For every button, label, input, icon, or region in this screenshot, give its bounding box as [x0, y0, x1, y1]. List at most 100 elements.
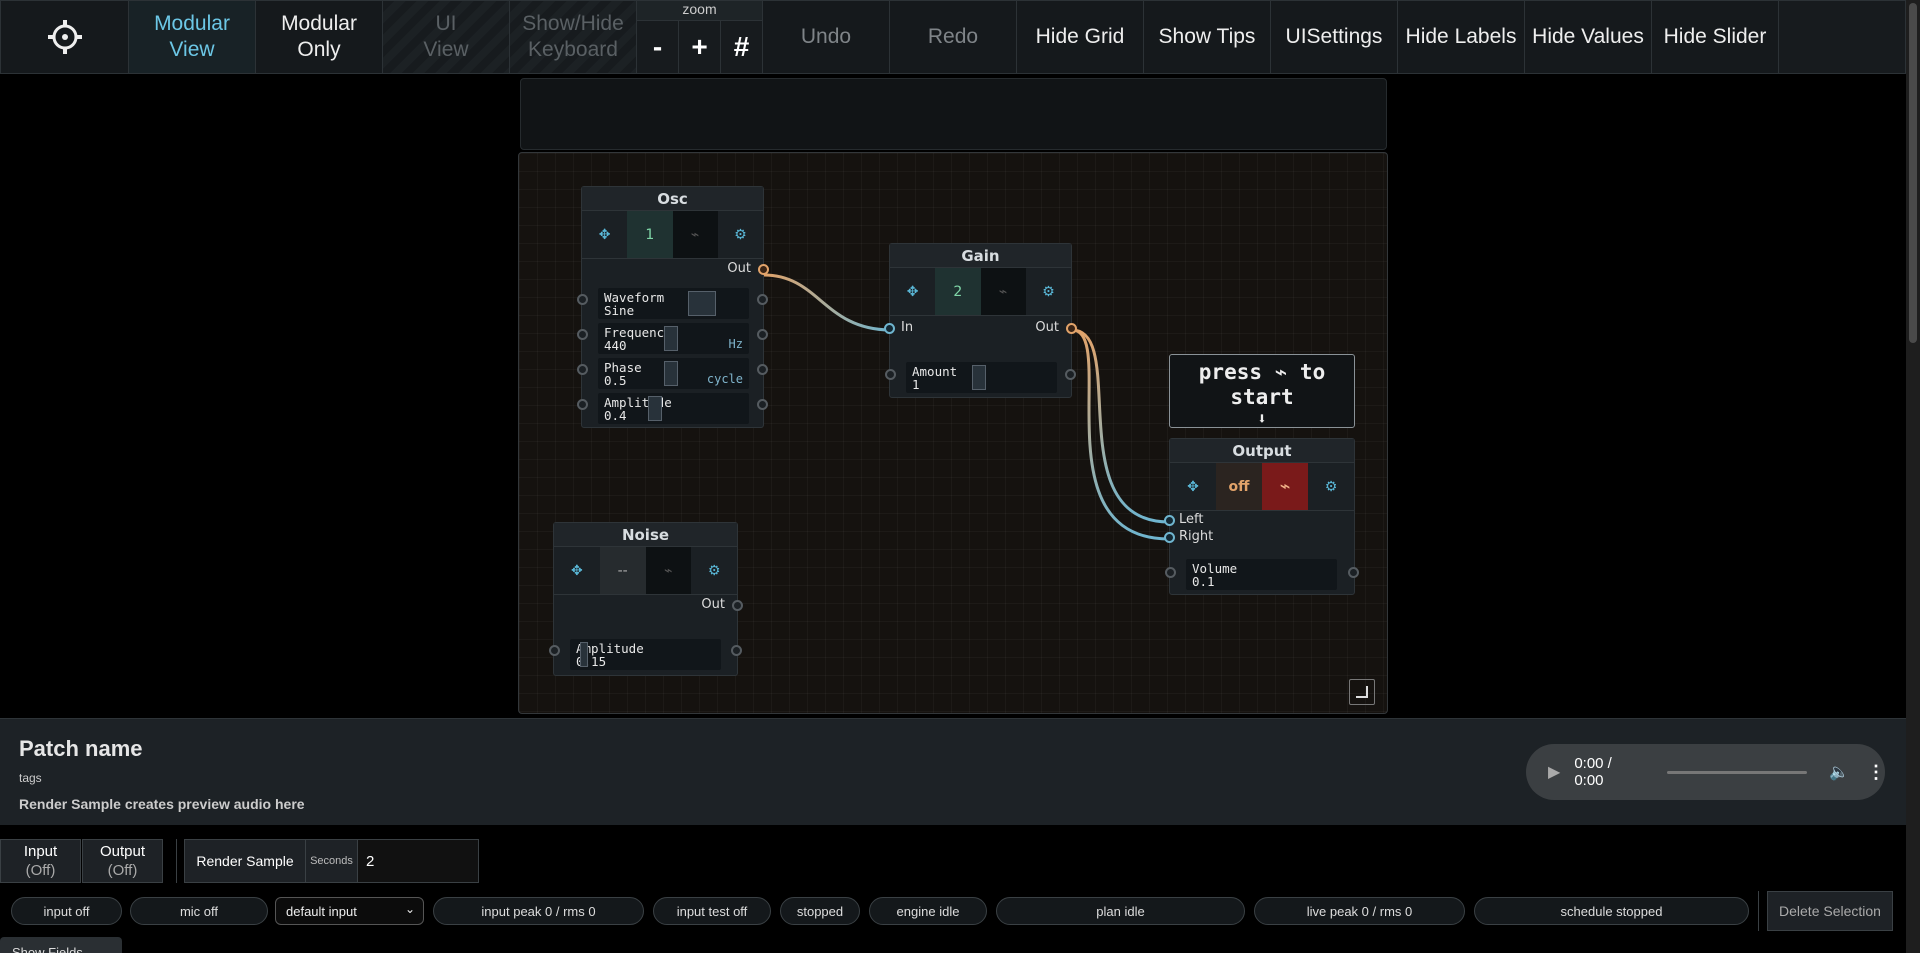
zoom-reset-button[interactable]: # — [721, 21, 762, 73]
frequency-out-port[interactable] — [757, 329, 768, 340]
audio-progress[interactable] — [1667, 770, 1808, 774]
modular-view-button[interactable]: Modular View — [129, 1, 256, 73]
waveform-out-port[interactable] — [757, 294, 768, 305]
out-port[interactable] — [732, 600, 743, 611]
tip-line-2: start — [1230, 385, 1294, 409]
zoom-in-button[interactable]: + — [679, 21, 721, 73]
more-options-icon[interactable]: ⋮ — [1867, 762, 1885, 783]
phase-out-port[interactable] — [757, 364, 768, 375]
amount-in-port[interactable] — [885, 369, 896, 380]
osc-module[interactable]: Osc ✥ 1 ⌁ ⚙ Out Waveform Sine Frequency — [577, 186, 769, 428]
gain-module[interactable]: Gain ✥ 2 ⌁ ⚙ In Out Amount 1 — [884, 243, 1077, 398]
io-port-row: In Out — [884, 320, 1077, 337]
ui-settings-button[interactable]: UISettings — [1271, 1, 1398, 73]
amount-out-port[interactable] — [1065, 369, 1076, 380]
amplitude-out-port[interactable] — [731, 645, 742, 656]
amplitude-slider[interactable] — [648, 396, 662, 421]
hide-labels-button[interactable]: Hide Labels — [1398, 1, 1525, 73]
resize-handle[interactable] — [1349, 679, 1375, 705]
input-test-button[interactable]: input test off — [653, 897, 771, 925]
ui-view-button[interactable]: UI View — [383, 1, 510, 73]
show-tips-button[interactable]: Show Tips — [1144, 1, 1271, 73]
amplitude-param[interactable]: Amplitude 0.4 — [598, 393, 749, 424]
waveform-param[interactable]: Waveform Sine — [598, 288, 749, 319]
module-title: Output — [1170, 439, 1354, 463]
modular-canvas[interactable]: Osc ✥ 1 ⌁ ⚙ Out Waveform Sine Frequency — [518, 152, 1388, 714]
render-sample-button[interactable]: Render Sample — [185, 840, 306, 882]
play-icon[interactable]: ▶ — [1548, 762, 1560, 782]
volume-in-port[interactable] — [1165, 567, 1176, 578]
frequency-in-port[interactable] — [577, 329, 588, 340]
phase-param[interactable]: Phase 0.5 cycle — [598, 358, 749, 389]
frequency-slider[interactable] — [664, 326, 678, 351]
volume-out-port[interactable] — [1348, 567, 1359, 578]
phase-slider[interactable] — [664, 361, 678, 386]
noise-module[interactable]: Noise ✥ -- ⌁ ⚙ Out Amplitude 0.15 — [549, 522, 743, 676]
delete-selection-button[interactable]: Delete Selection — [1767, 891, 1893, 931]
amount-param[interactable]: Amount 1 — [906, 362, 1057, 393]
show-hide-keyboard-button[interactable]: Show/Hide Keyboard — [510, 1, 637, 73]
gear-icon[interactable]: ⚙ — [691, 547, 737, 594]
mic-status-button[interactable]: mic off — [130, 897, 268, 925]
power-icon[interactable]: ⌁ — [980, 268, 1026, 315]
zoom-out-button[interactable]: - — [637, 21, 679, 73]
output-toggle-button[interactable]: Output (Off) — [82, 839, 163, 883]
patch-info-panel: Patch name tags Render Sample creates pr… — [0, 718, 1906, 825]
amount-slider[interactable] — [972, 365, 986, 390]
scrollbar-thumb[interactable] — [1909, 3, 1917, 343]
show-fields-button[interactable]: Show Fields — [0, 937, 122, 953]
amplitude-out-port[interactable] — [757, 399, 768, 410]
waveform-slider[interactable] — [688, 291, 716, 316]
out-port-row: Out — [582, 261, 769, 278]
left-in-port[interactable] — [1164, 515, 1175, 526]
right-in-port[interactable] — [1164, 532, 1175, 543]
amplitude-in-port[interactable] — [549, 645, 560, 656]
gear-icon[interactable]: ⚙ — [718, 211, 763, 258]
modular-only-button[interactable]: Modular Only — [256, 1, 383, 73]
zoom-label: zoom — [637, 1, 762, 21]
gear-icon[interactable]: ⚙ — [1308, 463, 1354, 510]
patch-name[interactable]: Patch name — [19, 736, 143, 762]
cable-osc-gain — [763, 273, 892, 332]
hide-values-button[interactable]: Hide Values — [1525, 1, 1652, 73]
undo-button[interactable]: Undo — [763, 1, 890, 73]
amplitude-slider[interactable] — [580, 642, 588, 667]
right-label: Right — [1179, 529, 1214, 544]
move-icon[interactable]: ✥ — [1170, 463, 1216, 510]
seconds-input[interactable]: 2 — [358, 840, 478, 882]
output-state[interactable]: off — [1216, 463, 1262, 510]
volume-icon[interactable]: 🔈 — [1829, 762, 1849, 782]
amplitude-param[interactable]: Amplitude 0.15 — [570, 639, 721, 670]
volume-param[interactable]: Volume 0.1 — [1186, 559, 1337, 590]
engine-status: engine idle — [869, 897, 987, 925]
in-port[interactable] — [884, 323, 895, 334]
out-label: Out — [701, 597, 725, 612]
output-module[interactable]: Output ✥ off ⌁ ⚙ Left Right Volume 0.1 — [1164, 438, 1359, 595]
module-index: -- — [599, 547, 646, 594]
waveform-in-port[interactable] — [577, 294, 588, 305]
power-icon[interactable]: ⌁ — [672, 211, 718, 258]
vertical-scrollbar[interactable] — [1906, 0, 1920, 953]
resize-icon — [1356, 686, 1368, 698]
input-device-select[interactable]: default input ⌄ — [275, 897, 424, 925]
power-icon[interactable]: ⌁ — [645, 547, 692, 594]
power-icon[interactable]: ⌁ — [1262, 463, 1308, 510]
redo-button[interactable]: Redo — [890, 1, 1017, 73]
frequency-param[interactable]: Frequency 440 Hz — [598, 323, 749, 354]
plan-status: plan idle — [996, 897, 1245, 925]
param-value: 0.1 — [1192, 574, 1215, 589]
out-port[interactable] — [758, 264, 769, 275]
amplitude-in-port[interactable] — [577, 399, 588, 410]
move-icon[interactable]: ✥ — [582, 211, 627, 258]
patch-tags[interactable]: tags — [19, 771, 42, 785]
gear-icon[interactable]: ⚙ — [1026, 268, 1071, 315]
input-toggle-button[interactable]: Input (Off) — [0, 839, 81, 883]
hide-slider-button[interactable]: Hide Slider — [1652, 1, 1779, 73]
input-status-button[interactable]: input off — [11, 897, 122, 925]
settings-button[interactable] — [1, 1, 129, 73]
move-icon[interactable]: ✥ — [890, 268, 935, 315]
out-port[interactable] — [1066, 323, 1077, 334]
move-icon[interactable]: ✥ — [554, 547, 600, 594]
hide-grid-button[interactable]: Hide Grid — [1017, 1, 1144, 73]
phase-in-port[interactable] — [577, 364, 588, 375]
